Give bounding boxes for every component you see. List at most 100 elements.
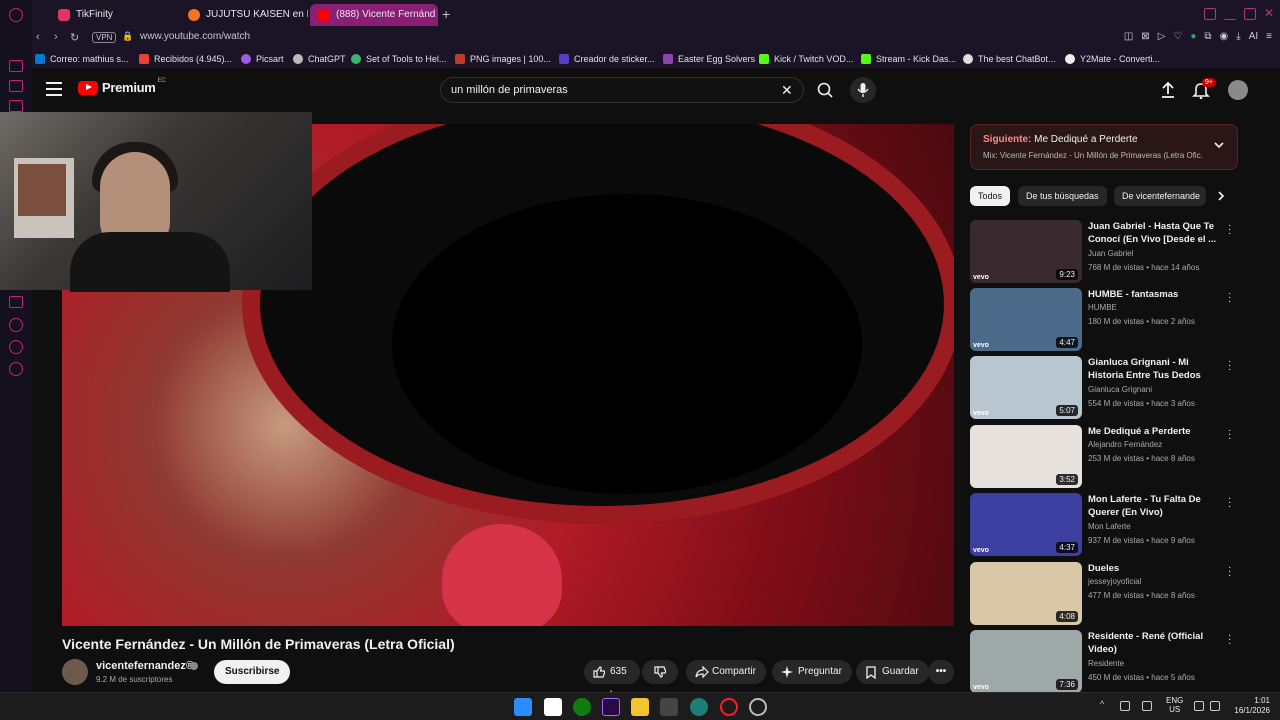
recommendation-channel[interactable]: jesseyjoyoficial [1088, 577, 1141, 586]
search-input[interactable]: un millón de primaveras [451, 84, 568, 96]
camera-icon[interactable]: ◫ [1124, 31, 1133, 42]
vpn-badge[interactable]: VPN [92, 32, 117, 43]
more-vertical-icon[interactable]: · · · [1228, 221, 1231, 239]
recommendation-item[interactable]: vevo 4:47 HUMBE - fantasmas HUMBE 180 M de v… [970, 288, 1240, 352]
maximize-icon[interactable] [1244, 8, 1256, 20]
chevron-down-icon[interactable] [1213, 139, 1225, 151]
music-icon[interactable] [9, 100, 23, 112]
history-icon[interactable] [9, 318, 23, 332]
avatar[interactable] [1228, 80, 1248, 100]
recommendation-item[interactable]: vevo 4:37 Mon Laferte - Tu Falta De Querer… [970, 493, 1240, 557]
more-vertical-icon[interactable]: · · · [1228, 426, 1231, 444]
puzzle-icon[interactable]: ⧉ [1204, 31, 1211, 42]
recommendation-channel[interactable]: Residente [1088, 659, 1124, 668]
tab-tikfinity[interactable]: TikFinity [50, 4, 178, 26]
recommendation-title[interactable]: Residente - René (Official Video) [1088, 630, 1220, 656]
new-tab-button[interactable]: + [442, 6, 450, 22]
app-icon[interactable] [749, 698, 767, 716]
chevron-right-icon[interactable] [1216, 190, 1226, 202]
video-thumbnail[interactable]: vevo 4:47 [970, 288, 1082, 351]
more-vertical-icon[interactable]: · · · [1228, 357, 1231, 375]
back-icon[interactable]: ‹ [36, 31, 40, 43]
play-icon[interactable]: ▷ [1158, 31, 1166, 42]
bookmark-item[interactable]: The best ChatBot... [960, 50, 1062, 68]
menu-icon[interactable] [46, 82, 62, 100]
save-button[interactable]: Guardar [856, 660, 929, 684]
xbox-icon[interactable] [573, 698, 591, 716]
ai-button[interactable]: AI [1249, 31, 1258, 42]
search-box[interactable]: un millón de primaveras ✕ [440, 77, 804, 103]
subscribe-button[interactable]: Suscribirse [214, 660, 291, 684]
tray-expand-icon[interactable]: ^ [1100, 699, 1110, 709]
clear-search-icon[interactable]: ✕ [781, 82, 793, 99]
recommendation-title[interactable]: Mon Laferte - Tu Falta De Querer (En Viv… [1088, 493, 1220, 519]
recommendation-item[interactable]: vevo 5:07 Gianluca Grignani - Mi Historia … [970, 356, 1240, 420]
bookmark-item[interactable]: PNG images | 100... [452, 50, 556, 68]
notion-icon[interactable] [544, 698, 562, 716]
recommendation-item[interactable]: vevo 7:36 Residente - René (Official Video… [970, 630, 1240, 692]
dislike-button[interactable] [642, 660, 678, 684]
bookmark-item[interactable]: Easter Egg Solvers [660, 50, 756, 68]
video-thumbnail[interactable]: 3:52 [970, 425, 1082, 488]
bookmark-item[interactable]: Stream - Kick Das... [858, 50, 960, 68]
minimize-icon[interactable] [1224, 8, 1236, 20]
recommendation-title[interactable]: Me Dediqué a Perderte [1088, 425, 1220, 438]
recommendation-title[interactable]: Juan Gabriel - Hasta Que Te Conocí (En V… [1088, 220, 1220, 246]
voice-search-button[interactable] [850, 77, 876, 103]
tab-youtube[interactable]: (888) Vicente Fernánd [310, 4, 438, 26]
recommendation-item[interactable]: vevo 9:23 Juan Gabriel - Hasta Que Te Cono… [970, 220, 1240, 284]
recommendation-channel[interactable]: Alejandro Fernández [1088, 440, 1162, 449]
volume-tray-icon[interactable] [1120, 701, 1130, 711]
bookmark-item[interactable]: Set of Tools to Hel... [348, 50, 452, 68]
chip-todos[interactable]: Todos [970, 186, 1011, 206]
bookmark-item[interactable]: Recibidos (4.945)... [136, 50, 238, 68]
premiere-icon[interactable] [602, 698, 620, 716]
bookmark-item[interactable]: Creador de sticker... [556, 50, 660, 68]
bookmark-item[interactable]: Correo: mathius s... [32, 50, 136, 68]
upload-button[interactable] [1160, 81, 1176, 99]
video-thumbnail[interactable]: vevo 7:36 [970, 630, 1082, 692]
heart-icon[interactable]: ♡ [1173, 31, 1182, 42]
opera-logo-icon[interactable] [9, 8, 23, 22]
video-thumbnail[interactable]: vevo 9:23 [970, 220, 1082, 283]
bookmark-item[interactable]: Picsart [238, 50, 290, 68]
close-window-icon[interactable]: ✕ [1264, 7, 1276, 20]
speaker-icon[interactable] [1210, 701, 1220, 711]
reload-icon[interactable]: ↻ [70, 31, 79, 44]
download-icon[interactable]: ⤓ [1236, 31, 1240, 42]
recommendation-channel[interactable]: Juan Gabriel [1088, 249, 1133, 258]
forward-icon[interactable]: › [54, 31, 58, 43]
youtube-logo[interactable]: Premium EC [78, 78, 166, 95]
bookmarks-icon[interactable] [9, 296, 23, 308]
snapshot-icon[interactable]: ⊠ [1141, 31, 1149, 42]
bookmark-item[interactable]: ChatGPT [290, 50, 348, 68]
video-thumbnail[interactable]: 4:08 [970, 562, 1082, 625]
whatsapp-icon[interactable] [9, 80, 23, 92]
recommendation-channel[interactable]: Gianluca Grignani [1088, 385, 1152, 394]
network-icon[interactable] [1194, 701, 1204, 711]
capcut-icon[interactable] [660, 698, 678, 716]
recommendation-title[interactable]: HUMBE - fantasmas [1088, 288, 1220, 301]
obs-icon[interactable] [690, 698, 708, 716]
search-tabs-icon[interactable] [1204, 8, 1216, 20]
bookmark-item[interactable]: Y2Mate - Converti... [1062, 50, 1166, 68]
search-button[interactable] [808, 77, 842, 103]
channel-name[interactable]: vicentefernandez® [96, 660, 194, 672]
extension-green-icon[interactable]: ● [1190, 31, 1196, 42]
recommendation-channel[interactable]: HUMBE [1088, 303, 1117, 312]
settings-icon[interactable] [9, 362, 23, 376]
messenger-icon[interactable] [9, 60, 23, 72]
more-vertical-icon[interactable]: · · · [1228, 289, 1231, 307]
video-thumbnail[interactable]: vevo 5:07 [970, 356, 1082, 419]
lock-icon[interactable]: 🔒 [122, 31, 133, 42]
up-next-card[interactable]: Siguiente: Me Dediqué a Perderte Mix: Vi… [970, 124, 1238, 170]
video-thumbnail[interactable]: vevo 4:37 [970, 493, 1082, 556]
more-vertical-icon[interactable]: · · · [1228, 631, 1231, 649]
recommendation-item[interactable]: 4:08 Dueles jesseyjoyoficial 477 M de vista… [970, 562, 1240, 626]
recommendation-title[interactable]: Gianluca Grignani - Mi Historia Entre Tu… [1088, 356, 1220, 382]
chip-busquedas[interactable]: De tus búsquedas [1018, 186, 1107, 206]
mic-tray-icon[interactable] [1142, 701, 1152, 711]
more-actions-button[interactable]: ••• [928, 660, 954, 684]
start-icon[interactable] [514, 698, 532, 716]
bookmark-item[interactable]: Kick / Twitch VOD... [756, 50, 858, 68]
